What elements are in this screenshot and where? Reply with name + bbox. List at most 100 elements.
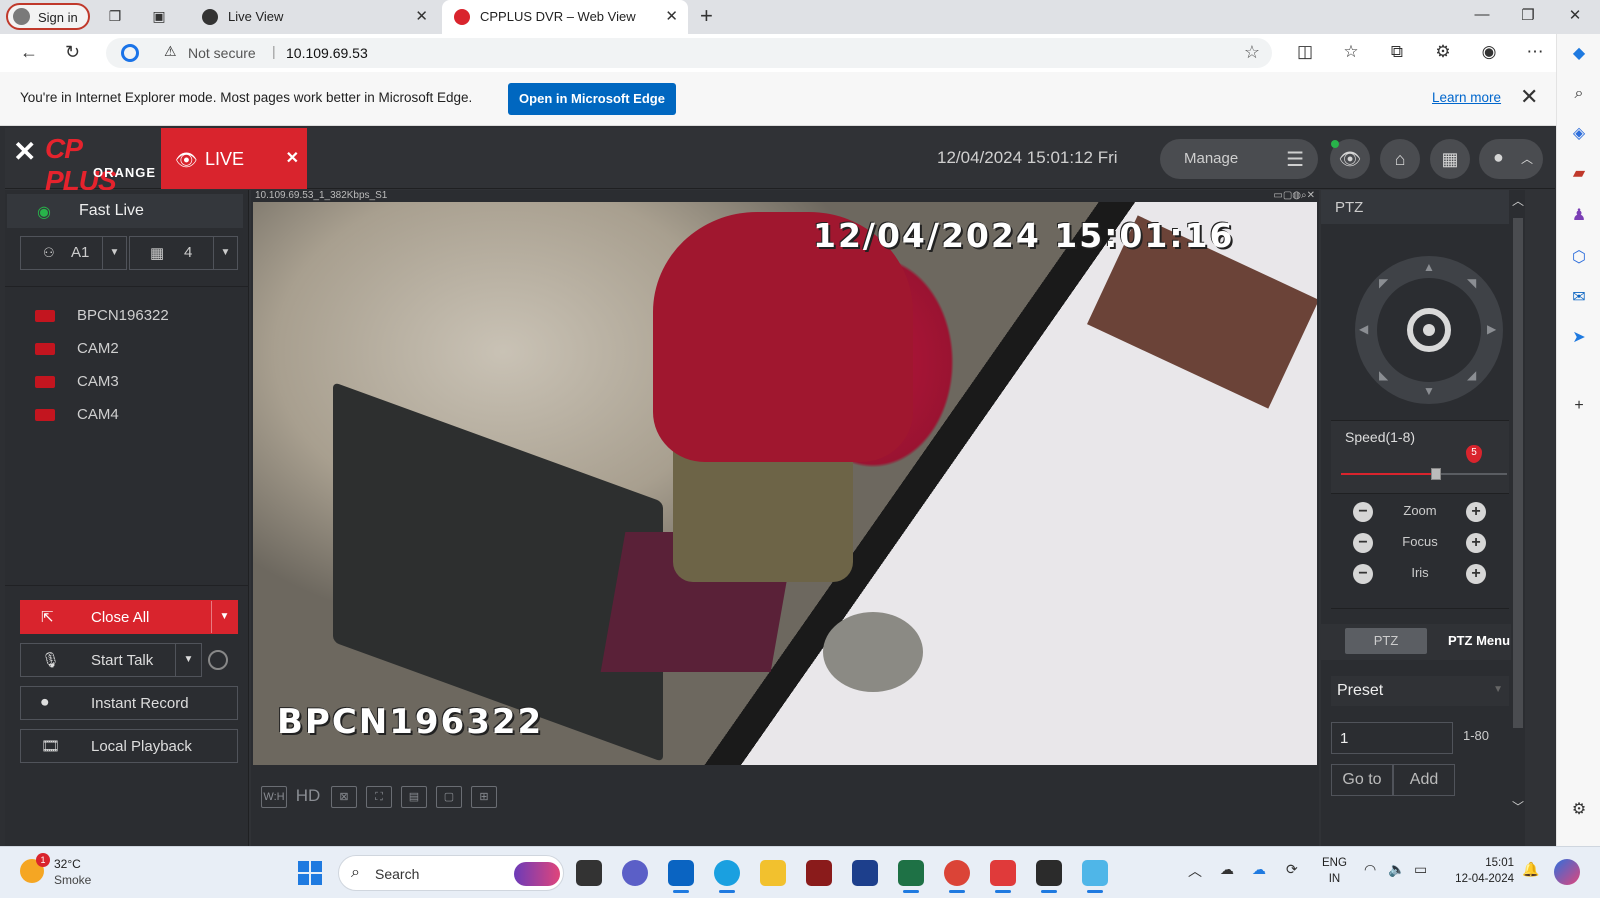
- arrow-up-icon[interactable]: ▲: [1423, 260, 1435, 274]
- speed-slider[interactable]: [1341, 468, 1507, 480]
- favorites-icon[interactable]: ☆: [1340, 42, 1362, 62]
- minimize-icon[interactable]: —: [1467, 6, 1497, 23]
- app-icon[interactable]: [806, 860, 832, 886]
- tools-icon[interactable]: ▰: [1569, 164, 1589, 184]
- ptz-scrollbar[interactable]: ︿ ﹀: [1511, 190, 1525, 846]
- onedrive-icon[interactable]: ☁: [1220, 861, 1234, 878]
- live-tab[interactable]: 👁 LIVE ✕: [161, 128, 307, 189]
- open-in-edge-button[interactable]: Open in Microsoft Edge: [508, 83, 676, 115]
- more-icon[interactable]: ⋯: [1524, 42, 1546, 62]
- sync-icon[interactable]: ⟳: [1286, 861, 1298, 878]
- video-window-controls[interactable]: ▭▢◍⌕✕: [1273, 190, 1315, 201]
- teams-chat-icon[interactable]: [622, 860, 648, 886]
- aspect-ratio-icon[interactable]: W:H: [261, 786, 287, 808]
- speed-slider-handle[interactable]: [1431, 468, 1441, 480]
- address-bar[interactable]: ⚠ Not secure | 10.109.69.53 ☆: [106, 38, 1272, 68]
- battery-icon[interactable]: ▭: [1414, 861, 1427, 878]
- add-sidebar-app-icon[interactable]: +: [1569, 396, 1589, 416]
- copilot-icon[interactable]: [1554, 859, 1580, 885]
- show-hidden-icons[interactable]: ︿: [1188, 861, 1202, 881]
- new-tab-icon[interactable]: +: [700, 3, 713, 29]
- tab-live-view[interactable]: Live View ✕: [190, 0, 438, 34]
- hd-button[interactable]: HD: [295, 786, 321, 808]
- anydesk-icon[interactable]: [990, 860, 1016, 893]
- window-close-icon[interactable]: ✕: [1560, 6, 1590, 24]
- arrow-down-icon[interactable]: ▼: [1423, 384, 1435, 398]
- edge-app-icon[interactable]: [714, 860, 740, 893]
- focus-plus-button[interactable]: +: [1466, 533, 1486, 553]
- outlook-app-icon[interactable]: [668, 860, 694, 893]
- arrow-down-right-icon[interactable]: ◢: [1467, 368, 1476, 382]
- chrome-icon[interactable]: [944, 860, 970, 893]
- fast-live-button[interactable]: ◉ Fast Live: [7, 194, 243, 228]
- weather-widget[interactable]: 1 32°C Smoke: [20, 853, 120, 893]
- arrow-down-left-icon[interactable]: ◣: [1379, 368, 1388, 382]
- camera-video-feed[interactable]: 12/04/2024 15:01:16 BPCN196322: [253, 202, 1317, 765]
- zoom-in-button[interactable]: +: [1466, 502, 1486, 522]
- arrow-up-left-icon[interactable]: ◤: [1379, 276, 1388, 290]
- ie-mode-icon[interactable]: [121, 44, 139, 62]
- cloud-icon[interactable]: ☁: [1252, 861, 1266, 878]
- arrow-left-icon[interactable]: ◀: [1359, 322, 1368, 336]
- chevron-down-icon[interactable]: ▼: [175, 644, 201, 676]
- tab-actions-icon[interactable]: ▣: [150, 7, 168, 25]
- windows-start-icon[interactable]: [298, 861, 322, 885]
- manage-button[interactable]: Manage ☰: [1160, 139, 1318, 179]
- zoom-out-button[interactable]: −: [1353, 502, 1373, 522]
- volume-icon[interactable]: 🔈: [1388, 861, 1405, 878]
- focus-minus-button[interactable]: −: [1353, 533, 1373, 553]
- banner-close-icon[interactable]: ✕: [1520, 84, 1538, 110]
- security-label[interactable]: Not secure: [188, 45, 256, 61]
- scroll-up-icon[interactable]: ︿: [1511, 192, 1525, 209]
- add-preset-button[interactable]: Add: [1393, 764, 1455, 796]
- wifi-icon[interactable]: ◠: [1364, 861, 1376, 878]
- terminal-icon[interactable]: [1036, 860, 1062, 893]
- instant-record-button[interactable]: ⏺ Instant Record: [20, 686, 238, 720]
- layout-select[interactable]: ▦ 4 ▼: [129, 236, 238, 270]
- outlook-icon[interactable]: ✉: [1569, 288, 1589, 308]
- iris-minus-button[interactable]: −: [1353, 564, 1373, 584]
- task-view-icon[interactable]: [576, 860, 602, 886]
- language-indicator[interactable]: ENG IN: [1322, 855, 1347, 887]
- split-screen-icon[interactable]: ◫: [1294, 42, 1316, 62]
- excel-icon[interactable]: [898, 860, 924, 893]
- qr-code-icon[interactable]: ▦: [1430, 139, 1470, 179]
- user-menu[interactable]: ● ︿: [1479, 139, 1543, 179]
- microsoft365-icon[interactable]: ⬡: [1569, 248, 1589, 268]
- copilot-icon[interactable]: ◆: [1569, 44, 1589, 64]
- sidebar-settings-icon[interactable]: ⚙: [1569, 800, 1589, 820]
- tab-close-icon[interactable]: ✕: [665, 7, 678, 25]
- joystick-center-icon[interactable]: [1407, 308, 1451, 352]
- sign-in-button[interactable]: Sign in: [6, 3, 90, 30]
- taskbar-search[interactable]: ⌕ Search: [338, 855, 564, 891]
- clock[interactable]: 15:01 12-04-2024: [1454, 855, 1514, 887]
- app-icon[interactable]: [1082, 860, 1108, 893]
- iris-plus-button[interactable]: +: [1466, 564, 1486, 584]
- drop-icon[interactable]: ➤: [1569, 328, 1589, 348]
- stream-select[interactable]: ⚇ A1 ▼: [20, 236, 127, 270]
- app-icon[interactable]: [852, 860, 878, 886]
- chevron-down-icon[interactable]: ▼: [211, 601, 237, 633]
- performance-icon[interactable]: ◉: [1478, 42, 1500, 62]
- no-stream-icon[interactable]: ⊠: [331, 786, 357, 808]
- favorite-star-icon[interactable]: ☆: [1244, 42, 1260, 63]
- tab-cpplus-dvr[interactable]: CPPLUS DVR – Web View ✕: [442, 0, 688, 34]
- shopping-icon[interactable]: ◈: [1569, 124, 1589, 144]
- arrow-up-right-icon[interactable]: ◥: [1467, 276, 1476, 290]
- scroll-down-icon[interactable]: ﹀: [1511, 798, 1525, 815]
- single-view-icon[interactable]: ▢: [436, 786, 462, 808]
- search-icon[interactable]: ⌕: [1569, 84, 1589, 104]
- preset-select[interactable]: Preset ▼: [1331, 676, 1509, 706]
- arrow-right-icon[interactable]: ▶: [1487, 322, 1496, 336]
- collections-icon[interactable]: ⧉: [1386, 42, 1408, 62]
- tab-close-icon[interactable]: ✕: [415, 7, 428, 25]
- scrollbar-thumb[interactable]: [1513, 218, 1523, 728]
- split-screen-icon[interactable]: ▤: [401, 786, 427, 808]
- start-talk-button[interactable]: 🎙 Start Talk ▼: [20, 643, 202, 677]
- workspaces-icon[interactable]: ❐: [106, 7, 124, 25]
- notifications-icon[interactable]: 🔔: [1522, 861, 1539, 878]
- games-icon[interactable]: ♟: [1569, 206, 1589, 226]
- home-icon[interactable]: ⌂: [1380, 139, 1420, 179]
- close-all-button[interactable]: ⇱ Close All ▼: [20, 600, 238, 634]
- back-icon[interactable]: ←: [20, 42, 38, 63]
